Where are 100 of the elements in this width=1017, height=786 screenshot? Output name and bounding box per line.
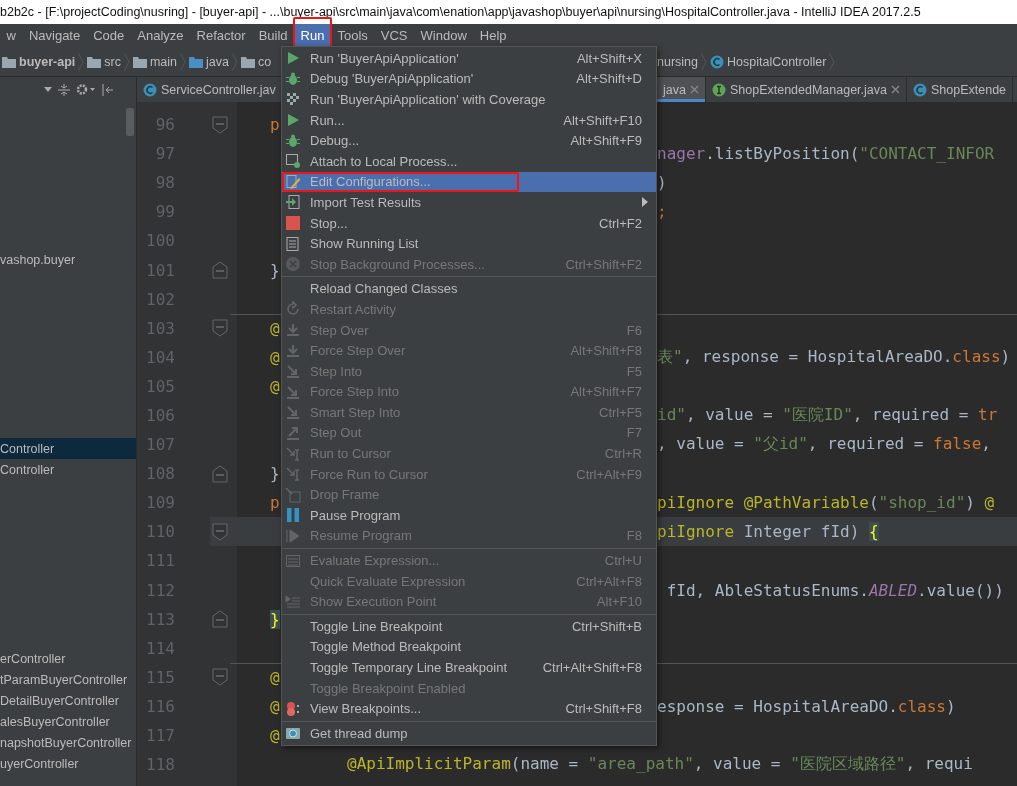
breadcrumb-item[interactable]: java: [206, 54, 229, 69]
code-text: fId, AbleStatusEnums.ABLED.value()): [665, 580, 1004, 600]
breadcrumb-item[interactable]: co: [257, 54, 272, 69]
fold-icon[interactable]: [212, 610, 228, 629]
checker-icon: [285, 91, 301, 108]
breadcrumb-item[interactable]: main: [149, 54, 178, 69]
menu-item[interactable]: Stop... Ctrl+F2: [282, 212, 656, 234]
menu-item[interactable]: Show Running List: [282, 233, 656, 254]
settings-icon[interactable]: [76, 83, 96, 96]
code-text: id", value = "医院ID", required = tr: [657, 405, 998, 426]
menu-item[interactable]: Get thread dump: [282, 723, 656, 744]
tree-item[interactable]: Controller: [0, 438, 136, 459]
shortcut-text: Alt+Shift+X: [576, 50, 642, 66]
tree-item[interactable]: vashop.buyer: [0, 249, 136, 270]
menu-item[interactable]: Run... Alt+Shift+F10: [282, 109, 656, 131]
play-icon: [285, 112, 301, 129]
folder-icon: [87, 55, 102, 68]
bug-icon: [285, 70, 301, 87]
code-text: }: [270, 260, 280, 280]
resume-icon: [285, 527, 301, 544]
tree-item[interactable]: napshotBuyerController: [0, 732, 136, 753]
class-icon: [710, 54, 724, 69]
shortcut-text: Ctrl+F5: [599, 404, 642, 420]
menu-item[interactable]: Run 'BuyerApiApplication' with Coverage: [282, 89, 656, 110]
menu-item[interactable]: Analyze: [130, 24, 191, 47]
menu-item[interactable]: Navigate: [22, 24, 87, 47]
step-into-icon: [285, 404, 301, 421]
shortcut-text: Ctrl+Shift+F2: [565, 256, 642, 272]
menu-item[interactable]: Help: [473, 24, 514, 47]
frame-icon: [285, 486, 301, 503]
code-text: @: [270, 376, 280, 396]
tab-label: ServiceController.jav: [161, 82, 276, 97]
code-text: @ApiImplicitParam(name = "area_path", value = "医院区域路径", requi: [346, 754, 973, 776]
menu-item[interactable]: Toggle Method Breakpoint: [282, 636, 656, 658]
menu-item[interactable]: Run 'BuyerApiApplication' Alt+Shift+X: [282, 48, 656, 69]
menu-item[interactable]: Pause Program: [282, 505, 656, 526]
import-icon: [285, 194, 301, 211]
breadcrumb-item[interactable]: src: [104, 54, 121, 69]
menu-item[interactable]: Tools: [330, 24, 375, 47]
menu-item[interactable]: Reload Changed Classes: [282, 278, 656, 300]
code-text: @: [270, 347, 280, 367]
tree-item[interactable]: DetailBuyerController: [0, 690, 136, 711]
code-text: piIgnore @PathVariable("shop_id") @: [657, 493, 995, 513]
menu-item[interactable]: Window: [414, 24, 474, 47]
window-title: b2b2c - [F:\projectCoding\nusring] - [buyer-api] - ...\buyer-api\src\main\java\com\enation\app\javashop\buyer\api\nursing\HospitalController.java - IntelliJ IDEA 2017.2.5: [0, 5, 921, 19]
code-text: @: [270, 667, 280, 687]
fold-icon[interactable]: [212, 261, 228, 279]
code-text: }: [270, 464, 280, 484]
scrollbar-thumb[interactable]: [126, 108, 134, 136]
menu-item[interactable]: Refactor: [190, 24, 253, 47]
tree-item[interactable]: erController: [0, 648, 136, 669]
folder-icon: [2, 55, 16, 68]
menu-item[interactable]: Toggle Line Breakpoint Ctrl+Shift+B: [282, 616, 656, 637]
folder-icon: [189, 55, 204, 68]
shortcut-text: Ctrl+R: [604, 446, 642, 462]
menu-item[interactable]: VCS: [374, 24, 415, 47]
menu-item[interactable]: w: [0, 24, 23, 47]
fold-icon[interactable]: [212, 668, 228, 687]
shortcut-text: Alt+Shift+F8: [570, 343, 642, 359]
menu-item[interactable]: Build: [252, 24, 295, 47]
tree-item[interactable]: Controller: [0, 459, 136, 480]
caret-icon[interactable]: [44, 86, 52, 93]
calculator-icon: [285, 552, 301, 569]
tree-item[interactable]: uyerController: [0, 753, 136, 774]
collapse-icon[interactable]: [58, 83, 70, 96]
fold-icon[interactable]: [212, 522, 228, 541]
play-icon: [285, 50, 301, 67]
code-text: p: [270, 493, 280, 513]
tree-item[interactable]: alesBuyerController: [0, 711, 136, 732]
cancel-icon: [285, 256, 301, 273]
shortcut-text: Ctrl+U: [604, 553, 642, 569]
breadcrumb-item[interactable]: buyer-api: [19, 54, 76, 69]
menu-item[interactable]: Debug 'BuyerApiApplication' Alt+Shift+D: [282, 68, 656, 90]
shortcut-text: Ctrl+Alt+Shift+F8: [542, 660, 642, 675]
shortcut-text: Alt+Shift+D: [576, 71, 642, 87]
tree-item[interactable]: tParamBuyerController: [0, 669, 136, 690]
breadcrumb-item[interactable]: HospitalController: [727, 54, 827, 69]
hide-icon[interactable]: [102, 83, 114, 96]
menu-item[interactable]: View Breakpoints... Ctrl+Shift+F8: [282, 698, 656, 719]
menu-item[interactable]: Attach to Local Process...: [282, 150, 656, 172]
breadcrumb-item[interactable]: nursing: [657, 54, 698, 69]
menu-item[interactable]: Import Test Results: [282, 192, 656, 213]
fold-icon[interactable]: [212, 115, 228, 134]
code-text: }: [270, 609, 280, 629]
stop-icon: [285, 215, 301, 232]
fold-icon[interactable]: [212, 464, 228, 483]
pause-icon: [285, 507, 301, 524]
list-icon: [285, 235, 301, 252]
camera-icon: [285, 725, 301, 742]
menu-item[interactable]: Toggle Temporary Line Breakpoint Ctrl+Alt+Shift+F8: [282, 657, 656, 678]
code-text: 表", response = HospitalAreaDO.class): [657, 346, 1011, 368]
bug-icon: [285, 132, 301, 149]
submenu-arrow-icon: [642, 197, 648, 208]
close-icon[interactable]: [891, 85, 900, 94]
close-icon[interactable]: [689, 85, 699, 94]
editor-tab[interactable]: java: [657, 77, 706, 102]
menu-item[interactable]: Code: [86, 24, 131, 47]
menu-item[interactable]: Debug... Alt+Shift+F9: [282, 130, 656, 151]
fold-icon[interactable]: [212, 319, 228, 338]
step-into-icon: [285, 363, 301, 380]
